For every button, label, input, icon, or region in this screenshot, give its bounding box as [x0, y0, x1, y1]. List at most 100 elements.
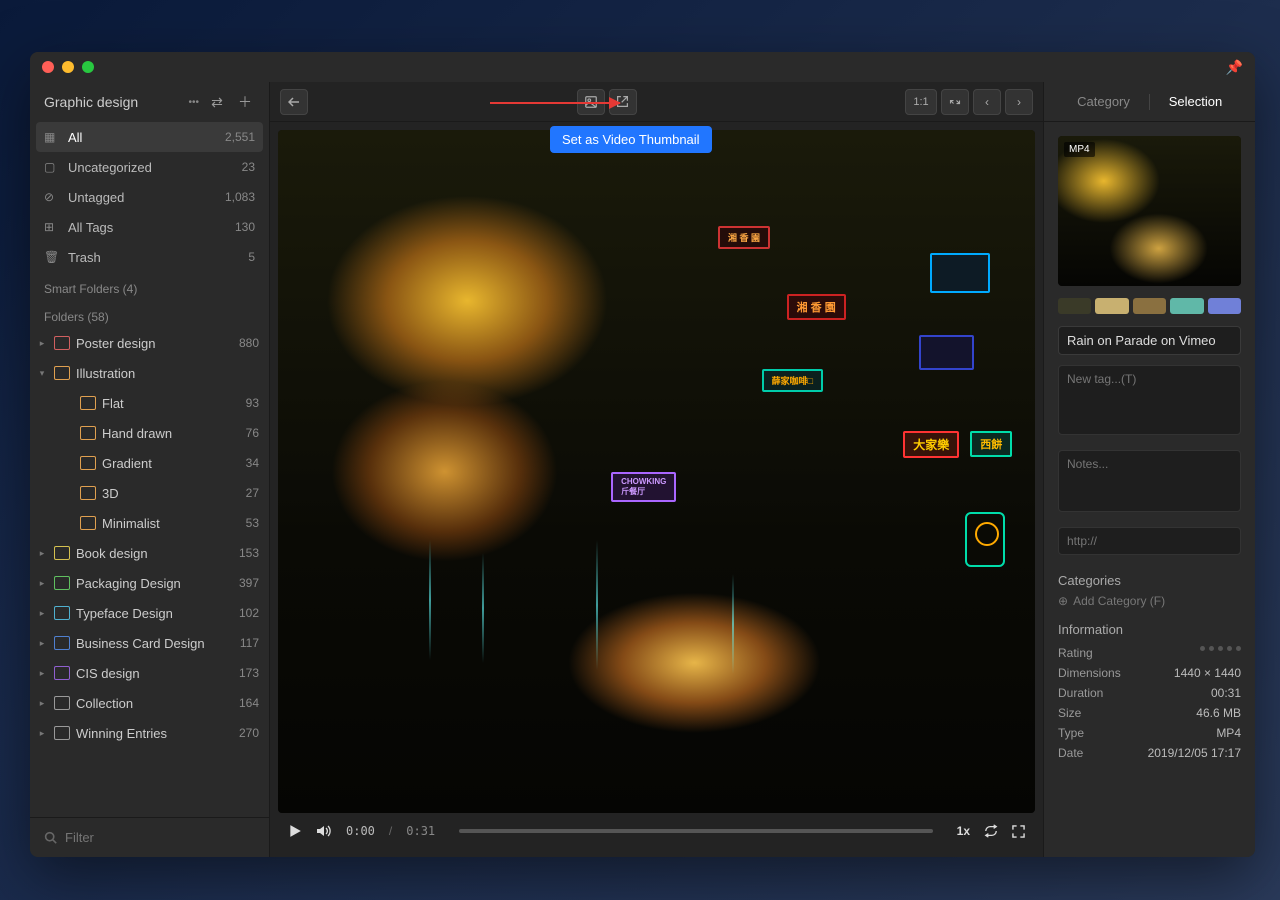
filter-input[interactable]	[65, 830, 255, 845]
grid-icon: ▦	[44, 130, 60, 144]
color-swatches	[1058, 298, 1241, 314]
add-category-button[interactable]: ⊕ Add Category (F)	[1058, 594, 1241, 608]
folder-icon	[54, 546, 70, 560]
sidebar-item-untagged[interactable]: ⊘Untagged1,083	[30, 182, 269, 212]
loop-button[interactable]	[984, 824, 998, 838]
titlebar: 📌	[30, 52, 1255, 82]
rating-stars[interactable]	[1200, 646, 1241, 660]
fullscreen-button[interactable]	[1012, 825, 1025, 838]
folder-typeface-design[interactable]: ▸Typeface Design102	[30, 598, 269, 628]
caret-icon[interactable]: ▸	[36, 638, 48, 649]
sidebar-item-all[interactable]: ▦All2,551	[36, 122, 263, 152]
zoom-ratio-button[interactable]: 1:1	[905, 89, 937, 115]
information-label: Information	[1058, 622, 1241, 637]
maximize-window-button[interactable]	[82, 61, 94, 73]
folder-flat[interactable]: Flat93	[30, 388, 269, 418]
folder-icon	[54, 576, 70, 590]
folder-poster-design[interactable]: ▸Poster design880	[30, 328, 269, 358]
thumbnail-preview[interactable]: MP4	[1058, 136, 1241, 286]
bookmark-icon: ⊞	[44, 220, 60, 234]
caret-icon[interactable]: ▾	[36, 368, 48, 379]
speed-button[interactable]: 1x	[957, 824, 970, 838]
close-window-button[interactable]	[42, 61, 54, 73]
caret-icon[interactable]: ▸	[36, 668, 48, 679]
caret-icon[interactable]: ▸	[36, 698, 48, 709]
folder-hand-drawn[interactable]: Hand drawn76	[30, 418, 269, 448]
library-title[interactable]: Graphic design	[44, 94, 184, 110]
info-date: Date2019/12/05 17:17	[1058, 743, 1241, 763]
video-controls: 0:00 / 0:31 1x	[278, 813, 1035, 849]
folder-packaging-design[interactable]: ▸Packaging Design397	[30, 568, 269, 598]
color-swatch[interactable]	[1095, 298, 1128, 314]
viewer-toolbar: 1:1 ‹ › Set as Video Thumbnail	[270, 82, 1043, 122]
annotation-arrow	[490, 102, 620, 104]
tab-selection[interactable]: Selection	[1150, 94, 1241, 109]
categories-label: Categories	[1058, 573, 1241, 588]
url-input[interactable]	[1058, 527, 1241, 555]
current-time: 0:00	[346, 824, 375, 838]
folder-illustration[interactable]: ▾Illustration	[30, 358, 269, 388]
viewer: 湘 香 園 湘 香 園 薛家咖啡□ 大家樂 西餅 CHOWKING斤餐厅	[270, 122, 1043, 857]
caret-icon[interactable]: ▸	[36, 608, 48, 619]
folder-icon	[80, 516, 96, 530]
folder-cis-design[interactable]: ▸CIS design173	[30, 658, 269, 688]
sidebar-item-uncategorized[interactable]: ▢Uncategorized23	[30, 152, 269, 182]
pin-icon[interactable]: 📌	[1226, 59, 1243, 76]
folder-icon	[80, 486, 96, 500]
tooltip: Set as Video Thumbnail	[550, 126, 712, 153]
seek-bar[interactable]	[459, 829, 932, 833]
folder-icon	[54, 606, 70, 620]
window-controls	[42, 61, 94, 73]
minimize-window-button[interactable]	[62, 61, 74, 73]
smart-folders-header[interactable]: Smart Folders (4)	[30, 272, 269, 300]
library-menu-icon[interactable]: •••	[188, 97, 199, 108]
format-badge: MP4	[1064, 142, 1095, 157]
sidebar-list: ▦All2,551▢Uncategorized23⊘Untagged1,083⊞…	[30, 122, 269, 817]
color-swatch[interactable]	[1208, 298, 1241, 314]
app-window: 📌 Graphic design ••• ⇄ ＋ ▦All2,551▢Uncat…	[30, 52, 1255, 857]
folder-gradient[interactable]: Gradient34	[30, 448, 269, 478]
next-item-button[interactable]: ›	[1005, 89, 1033, 115]
folder-winning-entries[interactable]: ▸Winning Entries270	[30, 718, 269, 748]
info-rating: Rating	[1058, 643, 1241, 663]
video-frame[interactable]: 湘 香 園 湘 香 園 薛家咖啡□ 大家樂 西餅 CHOWKING斤餐厅	[278, 130, 1035, 813]
color-swatch[interactable]	[1058, 298, 1091, 314]
color-swatch[interactable]	[1170, 298, 1203, 314]
prev-item-button[interactable]: ‹	[973, 89, 1001, 115]
inspector-body: MP4 Categories ⊕ Add Category (F) Inform…	[1044, 122, 1255, 857]
folder-book-design[interactable]: ▸Book design153	[30, 538, 269, 568]
caret-icon[interactable]: ▸	[36, 578, 48, 589]
folder-business-card-design[interactable]: ▸Business Card Design117	[30, 628, 269, 658]
sidebar-filter	[30, 817, 269, 857]
sidebar: Graphic design ••• ⇄ ＋ ▦All2,551▢Uncateg…	[30, 82, 270, 857]
item-name-input[interactable]	[1058, 326, 1241, 355]
color-swatch[interactable]	[1133, 298, 1166, 314]
folder-minimalist[interactable]: Minimalist53	[30, 508, 269, 538]
folder-icon	[80, 396, 96, 410]
folders-header[interactable]: Folders (58)	[30, 300, 269, 328]
caret-icon[interactable]: ▸	[36, 338, 48, 349]
folder-icon	[54, 336, 70, 350]
info-size: Size46.6 MB	[1058, 703, 1241, 723]
play-button[interactable]	[288, 824, 302, 838]
tags-input[interactable]	[1058, 365, 1241, 435]
folder-3d[interactable]: 3D27	[30, 478, 269, 508]
main-panel: 1:1 ‹ › Set as Video Thumbnail 湘 香 園 湘 香…	[270, 82, 1043, 857]
folder-icon	[54, 666, 70, 680]
caret-icon[interactable]: ▸	[36, 728, 48, 739]
duration: 0:31	[406, 824, 435, 838]
fit-screen-button[interactable]	[941, 89, 969, 115]
tab-category[interactable]: Category	[1058, 94, 1149, 109]
folder-icon	[54, 696, 70, 710]
add-library-button[interactable]: ＋	[235, 92, 255, 112]
info-duration: Duration00:31	[1058, 683, 1241, 703]
sidebar-item-trash[interactable]: 🗑Trash5	[30, 242, 269, 272]
back-button[interactable]	[280, 89, 308, 115]
trash-icon: 🗑	[44, 250, 60, 264]
sidebar-item-all-tags[interactable]: ⊞All Tags130	[30, 212, 269, 242]
volume-button[interactable]	[316, 824, 332, 838]
folder-collection[interactable]: ▸Collection164	[30, 688, 269, 718]
caret-icon[interactable]: ▸	[36, 548, 48, 559]
notes-input[interactable]	[1058, 450, 1241, 512]
swap-icon[interactable]: ⇄	[207, 94, 227, 111]
